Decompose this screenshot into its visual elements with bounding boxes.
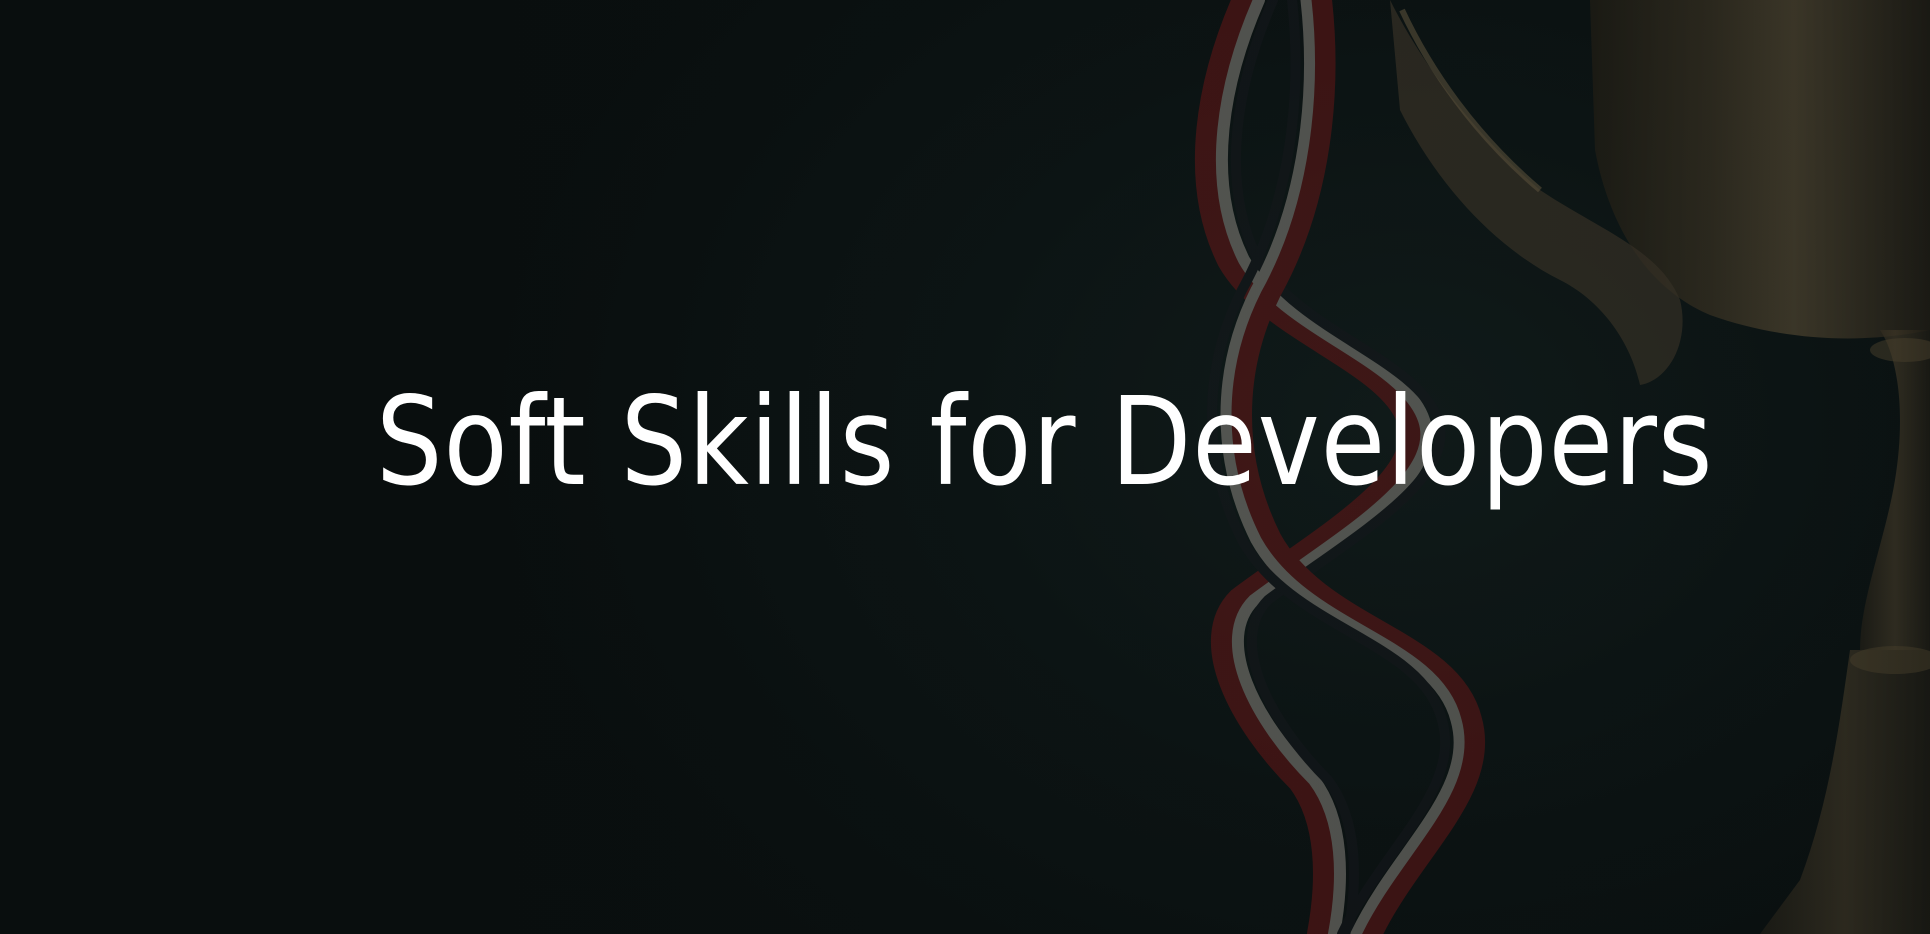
hero-banner: Soft Skills for Developers: [0, 0, 1930, 934]
page-title: Soft Skills for Developers: [376, 371, 1714, 513]
